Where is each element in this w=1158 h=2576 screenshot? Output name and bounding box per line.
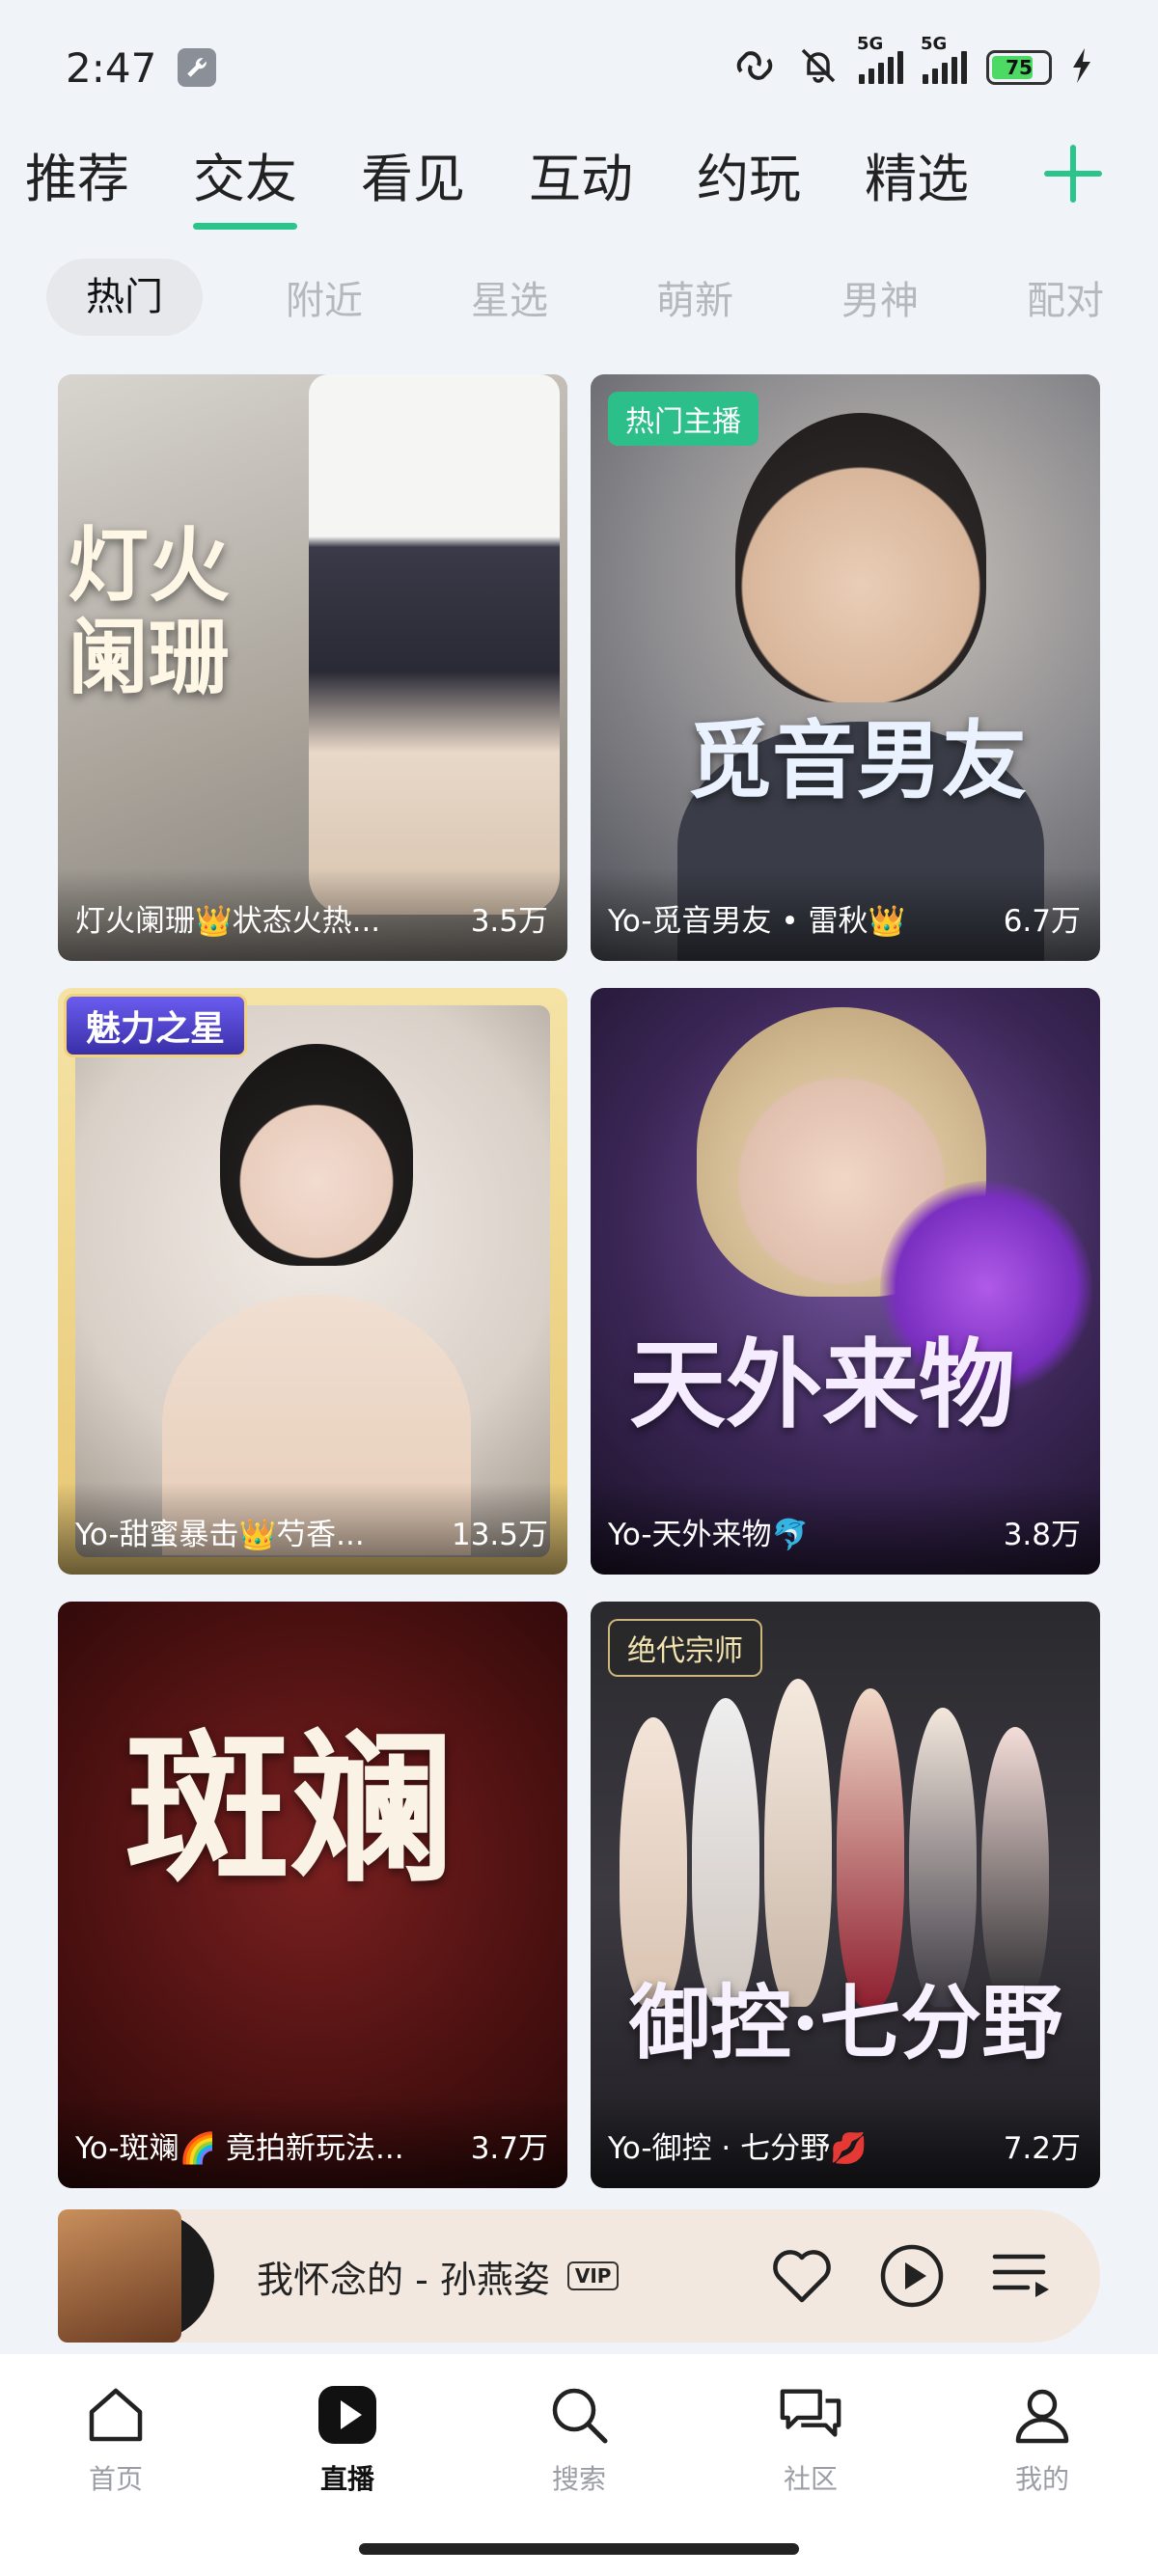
chat-icon (777, 2381, 844, 2449)
poster-title: 斑斓 (125, 1713, 455, 1905)
charm-star-badge: 魅力之星 (64, 994, 248, 1057)
poster-title: 觅音男友 (687, 710, 1028, 810)
streamer-image (309, 374, 560, 915)
room-name: Yo-天外来物🐬 (608, 1518, 810, 1552)
song-title: 我怀念的 - 孙燕姿 (257, 2258, 550, 2301)
room-name: Yo-甜蜜暴击👑芍香... (75, 1518, 365, 1552)
wrench-icon (178, 48, 217, 87)
hot-streamer-badge: 热门主播 (608, 392, 758, 446)
live-card[interactable]: 天外来物 Yo-天外来物🐬 3.8万 (591, 988, 1100, 1575)
mute-bell-icon (797, 44, 840, 91)
live-card[interactable]: 灯火阑珊 灯火阑珊👑状态火热... 3.5万 (58, 374, 567, 961)
status-bar: 2:47 5G 5G 75 (0, 0, 1158, 135)
link-icon (731, 46, 778, 89)
vip-badge: VIP (566, 2261, 620, 2290)
subtab-new[interactable]: 萌新 (602, 269, 787, 325)
signal-icon-1: 5G (857, 34, 903, 84)
subtab-nearby[interactable]: 附近 (232, 269, 417, 325)
master-badge: 绝代宗师 (608, 1619, 762, 1677)
room-name: Yo-斑斓🌈 竟拍新玩法... (75, 2131, 404, 2166)
viewer-count: 3.5万 (470, 904, 548, 939)
tab-interact[interactable]: 互动 (529, 136, 633, 212)
charging-icon (1071, 48, 1092, 87)
live-card[interactable]: 绝代宗师 御控·七分野 Yo-御控 · 七分野💋 7.2万 (591, 1602, 1100, 2188)
battery-icon: 75 (986, 50, 1052, 85)
nav-profile[interactable]: 我的 (926, 2354, 1158, 2518)
tab-recommend[interactable]: 推荐 (25, 136, 129, 212)
home-indicator[interactable] (359, 2543, 799, 2555)
subtab-hot[interactable]: 热门 (46, 259, 203, 336)
tab-play[interactable]: 约玩 (697, 136, 801, 212)
streamer-image (735, 413, 986, 702)
nav-community[interactable]: 社区 (695, 2354, 926, 2518)
room-name: 灯火阑珊👑状态火热... (75, 904, 381, 939)
viewer-count: 3.7万 (470, 2131, 548, 2166)
poster-title: 御控·七分野 (629, 1975, 1063, 2070)
top-tabs: 推荐 交友 看见 互动 约玩 精选 (0, 125, 1158, 230)
home-icon (82, 2381, 150, 2449)
room-name: Yo-觅音男友 • 雷秋👑 (608, 904, 906, 939)
add-plus-icon[interactable] (1042, 143, 1104, 205)
mini-player[interactable]: 我怀念的 - 孙燕姿 VIP (58, 2209, 1100, 2343)
heart-icon[interactable] (768, 2242, 836, 2310)
room-name: Yo-御控 · 七分野💋 (608, 2131, 868, 2166)
tab-see[interactable]: 看见 (361, 136, 465, 212)
viewer-count: 6.7万 (1003, 904, 1081, 939)
poster-title: 灯火阑珊 (68, 517, 231, 705)
streamer-image (75, 1005, 550, 1557)
viewer-count: 3.8万 (1003, 1518, 1081, 1552)
subtab-pair[interactable]: 配对 (973, 269, 1158, 325)
nav-home[interactable]: 首页 (0, 2354, 232, 2518)
viewer-count: 13.5万 (451, 1518, 548, 1552)
sub-tabs: 热门 附近 星选 萌新 男神 配对 (46, 259, 1158, 336)
play-icon[interactable] (878, 2242, 946, 2310)
live-room-grid: 灯火阑珊 灯火阑珊👑状态火热... 3.5万 热门主播 觅音男友 Yo-觅音男友… (58, 374, 1100, 2188)
nav-search[interactable]: 搜索 (463, 2354, 695, 2518)
tab-friends[interactable]: 交友 (193, 136, 297, 230)
album-cover[interactable] (58, 2209, 218, 2343)
bottom-nav: 首页 直播 搜索 社区 我的 (0, 2354, 1158, 2518)
signal-icon-2: 5G (921, 34, 967, 84)
tab-featured[interactable]: 精选 (865, 136, 969, 212)
subtab-male[interactable]: 男神 (787, 269, 973, 325)
nav-live[interactable]: 直播 (232, 2354, 463, 2518)
user-icon (1008, 2381, 1076, 2449)
subtab-star[interactable]: 星选 (417, 269, 602, 325)
playlist-icon[interactable] (988, 2242, 1056, 2310)
poster-title: 天外来物 (629, 1328, 1015, 1441)
status-time: 2:47 (66, 43, 157, 92)
live-play-icon (314, 2381, 381, 2449)
live-card[interactable]: 魅力之星 Yo-甜蜜暴击👑芍香... 13.5万 (58, 988, 567, 1575)
live-card[interactable]: 斑斓 Yo-斑斓🌈 竟拍新玩法... 3.7万 (58, 1602, 567, 2188)
search-icon (545, 2381, 613, 2449)
live-card[interactable]: 热门主播 觅音男友 Yo-觅音男友 • 雷秋👑 6.7万 (591, 374, 1100, 961)
viewer-count: 7.2万 (1003, 2131, 1081, 2166)
